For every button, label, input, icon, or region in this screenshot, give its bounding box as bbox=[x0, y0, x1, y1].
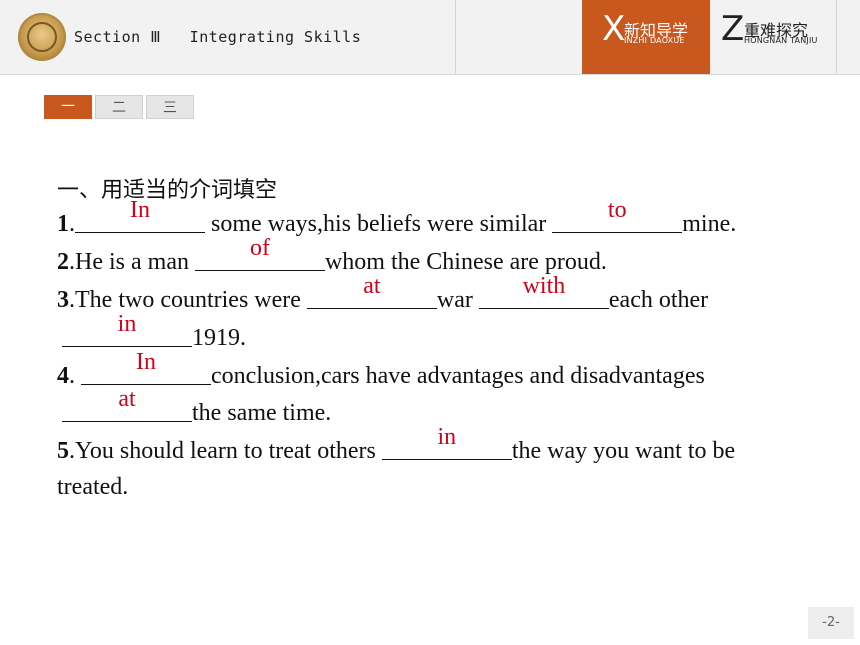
question-text: treated. bbox=[57, 474, 129, 500]
header-bar: Section Ⅲ Integrating Skills X 新知导学 INZH… bbox=[0, 0, 860, 75]
question-5-cont: treated. bbox=[57, 471, 128, 503]
question-4-cont: at the same time. bbox=[62, 386, 332, 429]
answer-text: with bbox=[522, 273, 566, 299]
question-text: .He is a man bbox=[69, 249, 195, 275]
question-1: 1. In some ways,his beliefs were similar … bbox=[57, 197, 737, 240]
answer-blank: at bbox=[306, 273, 437, 309]
question-text: .You should learn to treat others bbox=[69, 438, 382, 464]
section-tab-2[interactable]: 二 bbox=[95, 95, 143, 119]
answer-blank: In bbox=[75, 197, 205, 233]
question-text: the way you want to be bbox=[511, 438, 736, 464]
question-text: war bbox=[436, 287, 479, 313]
answer-text: to bbox=[607, 197, 627, 223]
section-tab-1[interactable]: 一 bbox=[44, 95, 92, 119]
question-text: each other bbox=[608, 287, 709, 313]
question-text: mine. bbox=[682, 211, 737, 237]
question-number: 2 bbox=[57, 249, 69, 275]
page-number: -2- bbox=[808, 607, 854, 639]
answer-blank: at bbox=[62, 386, 192, 422]
question-text: conclusion,cars have advantages and disa… bbox=[211, 363, 705, 389]
answer-blank: to bbox=[552, 197, 683, 233]
section-title: Section Ⅲ Integrating Skills bbox=[74, 28, 362, 46]
tab-letter: Z bbox=[721, 9, 745, 49]
answer-text: at bbox=[118, 386, 136, 412]
answer-text: in bbox=[437, 424, 457, 450]
answer-text: in bbox=[117, 311, 137, 337]
answer-text: of bbox=[249, 235, 270, 261]
answer-blank: in bbox=[381, 424, 512, 460]
section-tab-3[interactable]: 三 bbox=[146, 95, 194, 119]
answer-text: at bbox=[363, 273, 381, 299]
tab-letter: X bbox=[602, 9, 626, 49]
answer-blank: with bbox=[478, 273, 609, 309]
answer-blank: of bbox=[194, 235, 325, 271]
tab-pinyin: HONGNAN TANJIU bbox=[744, 36, 818, 45]
header-divider bbox=[836, 0, 837, 74]
answer-blank: in bbox=[62, 311, 192, 347]
section-tabs: 一 二 三 bbox=[44, 95, 194, 119]
question-text: the same time. bbox=[192, 400, 332, 426]
answer-blank: In bbox=[81, 349, 211, 385]
tab-pinyin: INZHI DAOXUE bbox=[624, 36, 685, 45]
tab-zhongnan-tanjiu[interactable]: Z 重难探究 HONGNAN TANJIU bbox=[711, 0, 835, 74]
question-number: 5 bbox=[57, 438, 69, 464]
header-divider bbox=[455, 0, 456, 74]
question-number: 1 bbox=[57, 211, 69, 237]
answer-text: In bbox=[130, 197, 150, 223]
school-logo-icon bbox=[18, 13, 66, 61]
tab-xinzhi-daoxue[interactable]: X 新知导学 INZHI DAOXUE bbox=[582, 0, 710, 74]
answer-text: In bbox=[136, 349, 156, 375]
question-5: 5.You should learn to treat others in the… bbox=[57, 424, 736, 467]
